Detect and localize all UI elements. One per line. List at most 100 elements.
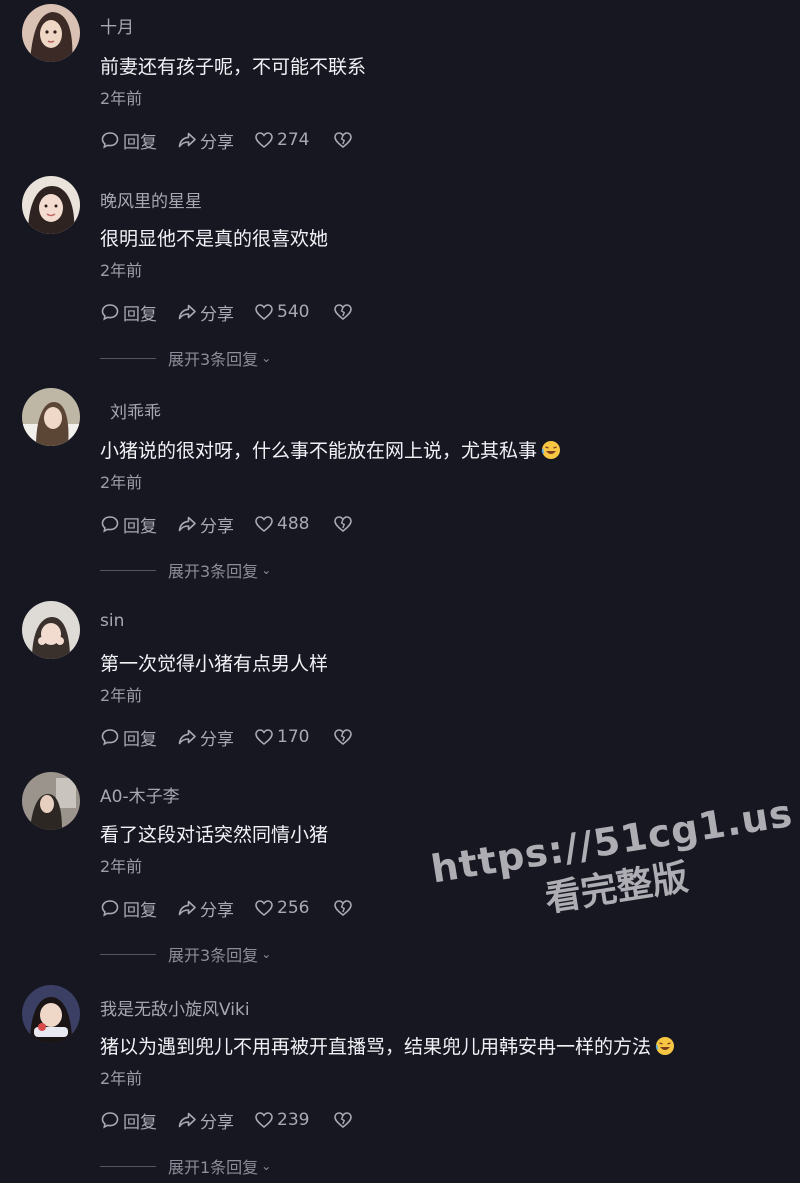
share-button[interactable]: 分享	[177, 896, 234, 921]
speech-bubble-icon	[101, 304, 119, 321]
expand-replies-button[interactable]: 展开3条回复 ⌄	[100, 559, 271, 581]
heart-outline-icon	[255, 516, 273, 533]
divider-line	[100, 569, 156, 571]
share-label: 分享	[200, 304, 234, 325]
comment-text-content: 小猪说的很对呀，什么事不能放在网上说，尤其私事	[100, 440, 538, 462]
avatar[interactable]	[22, 772, 80, 830]
chevron-down-icon: ⌄	[261, 563, 272, 577]
avatar[interactable]	[22, 985, 80, 1043]
like-button[interactable]: 256	[254, 898, 309, 918]
reply-label: 回复	[123, 516, 157, 537]
expand-replies-label: 展开1条回复	[168, 1158, 259, 1177]
broken-heart-icon	[334, 900, 353, 917]
comment-actions: 回复 分享 239	[100, 1108, 376, 1133]
avatar[interactable]	[22, 176, 80, 234]
reply-label: 回复	[123, 304, 157, 325]
reply-button[interactable]: 回复	[100, 725, 157, 750]
speech-bubble-icon	[101, 1112, 119, 1129]
share-button[interactable]: 分享	[177, 1108, 234, 1133]
like-count: 256	[277, 898, 310, 918]
share-button[interactable]: 分享	[177, 725, 234, 750]
divider-line	[100, 357, 156, 359]
comment-actions: 回复 分享 488	[100, 512, 376, 537]
heart-outline-icon	[255, 304, 273, 321]
like-button[interactable]: 488	[254, 514, 309, 534]
heart-outline-icon	[255, 1112, 273, 1129]
avatar[interactable]	[22, 4, 80, 62]
share-label: 分享	[200, 729, 234, 750]
expand-replies-label: 展开3条回复	[168, 946, 259, 965]
share-button[interactable]: 分享	[177, 128, 234, 153]
comment-text: 小猪说的很对呀，什么事不能放在网上说，尤其私事	[100, 436, 561, 463]
comment-actions: 回复 分享 256	[100, 896, 376, 921]
expand-replies-button[interactable]: 展开1条回复 ⌄	[100, 1155, 271, 1177]
share-label: 分享	[200, 132, 234, 153]
dislike-button[interactable]	[333, 898, 356, 918]
heart-outline-icon	[255, 729, 273, 746]
dislike-button[interactable]	[333, 130, 356, 150]
comment-username[interactable]: A0-木子李	[100, 782, 180, 807]
speech-bubble-icon	[101, 900, 119, 917]
comment-time: 2年前	[100, 89, 143, 108]
share-label: 分享	[200, 1112, 234, 1133]
broken-heart-icon	[334, 1112, 353, 1129]
share-label: 分享	[200, 516, 234, 537]
expand-replies-button[interactable]: 展开3条回复 ⌄	[100, 347, 271, 369]
comment-text: 很明显他不是真的很喜欢她	[100, 228, 329, 250]
avatar[interactable]	[22, 601, 80, 659]
share-button[interactable]: 分享	[177, 512, 234, 537]
reply-label: 回复	[123, 132, 157, 153]
reply-label: 回复	[123, 900, 157, 921]
like-count: 540	[277, 302, 310, 322]
like-button[interactable]: 170	[254, 727, 309, 747]
dislike-button[interactable]	[333, 727, 356, 747]
speech-bubble-icon	[101, 132, 119, 149]
dislike-button[interactable]	[333, 302, 356, 322]
dislike-button[interactable]	[333, 514, 356, 534]
reply-button[interactable]: 回复	[100, 1108, 157, 1133]
comment-username[interactable]: 刘乖乖	[110, 398, 161, 423]
expand-replies-button[interactable]: 展开3条回复 ⌄	[100, 943, 271, 965]
comment-text: 前妻还有孩子呢，不可能不联系	[100, 56, 367, 78]
share-arrow-icon	[178, 729, 196, 745]
share-arrow-icon	[178, 900, 196, 916]
broken-heart-icon	[334, 132, 353, 149]
comment-username[interactable]: 十月	[100, 13, 134, 38]
like-count: 170	[277, 727, 310, 747]
like-count: 274	[277, 130, 310, 150]
reply-button[interactable]: 回复	[100, 896, 157, 921]
like-count: 239	[277, 1110, 310, 1130]
comment-actions: 回复 分享 540	[100, 300, 376, 325]
divider-line	[100, 953, 156, 955]
rofl-emoji-icon	[541, 441, 561, 459]
like-count: 488	[277, 514, 310, 534]
broken-heart-icon	[334, 516, 353, 533]
reply-label: 回复	[123, 729, 157, 750]
comment-username[interactable]: 我是无敌小旋风Viki	[100, 995, 250, 1020]
comment-time: 2年前	[100, 1069, 143, 1088]
avatar[interactable]	[22, 388, 80, 446]
expand-replies-label: 展开3条回复	[168, 562, 259, 581]
dislike-button[interactable]	[333, 1110, 356, 1130]
chevron-down-icon: ⌄	[261, 947, 272, 961]
reply-button[interactable]: 回复	[100, 512, 157, 537]
reply-label: 回复	[123, 1112, 157, 1133]
rofl-emoji-icon	[655, 1037, 675, 1055]
like-button[interactable]: 274	[254, 130, 309, 150]
like-button[interactable]: 239	[254, 1110, 309, 1130]
share-arrow-icon	[178, 304, 196, 320]
broken-heart-icon	[334, 304, 353, 321]
broken-heart-icon	[334, 729, 353, 746]
like-button[interactable]: 540	[254, 302, 309, 322]
speech-bubble-icon	[101, 729, 119, 746]
share-arrow-icon	[178, 132, 196, 148]
comment-text: 猪以为遇到兜儿不用再被开直播骂，结果兜儿用韩安冉一样的方法	[100, 1032, 675, 1059]
expand-replies-label: 展开3条回复	[168, 350, 259, 369]
comment-time: 2年前	[100, 686, 143, 705]
share-button[interactable]: 分享	[177, 300, 234, 325]
comment-username[interactable]: sin	[100, 611, 124, 631]
reply-button[interactable]: 回复	[100, 300, 157, 325]
reply-button[interactable]: 回复	[100, 128, 157, 153]
comment-text-content: 猪以为遇到兜儿不用再被开直播骂，结果兜儿用韩安冉一样的方法	[100, 1036, 652, 1058]
comment-username[interactable]: 晚风里的星星	[100, 187, 202, 212]
